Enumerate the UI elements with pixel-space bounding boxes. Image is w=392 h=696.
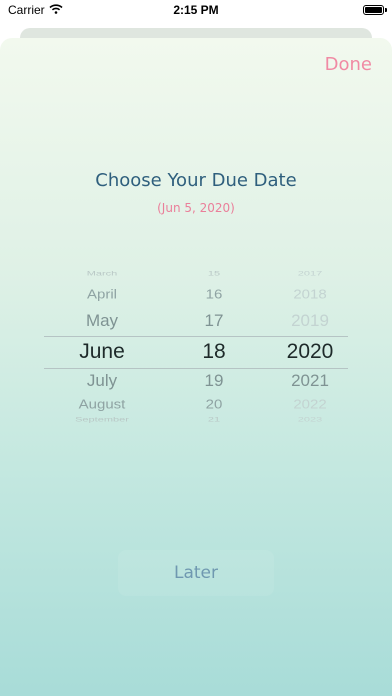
day-option[interactable]: 20 xyxy=(166,397,262,411)
month-option[interactable]: August xyxy=(44,397,160,411)
day-option[interactable]: 17 xyxy=(166,312,262,331)
month-option[interactable]: July xyxy=(44,372,160,391)
due-date-sheet: Done Choose Your Due Date (Jun 5, 2020) … xyxy=(0,38,392,696)
day-option[interactable]: 18 xyxy=(166,340,262,364)
later-button[interactable]: Later xyxy=(118,550,274,596)
year-option[interactable]: 2018 xyxy=(250,287,370,301)
year-option[interactable]: 2022 xyxy=(250,397,370,411)
date-picker[interactable]: March April May June July August September 15 1… xyxy=(44,258,348,438)
month-wheel[interactable]: March April May June July August September xyxy=(44,258,160,438)
month-option[interactable]: March xyxy=(44,271,160,278)
day-wheel[interactable]: 15 16 17 18 19 20 21 xyxy=(166,258,262,438)
year-option[interactable]: 2019 xyxy=(250,312,370,331)
year-option[interactable]: 2017 xyxy=(250,271,370,278)
status-bar: Carrier 2:15 PM xyxy=(0,0,392,20)
day-option[interactable]: 16 xyxy=(166,287,262,301)
year-option[interactable]: 2021 xyxy=(250,372,370,391)
done-button[interactable]: Done xyxy=(325,54,372,75)
year-wheel[interactable]: 2017 2018 2019 2020 2021 2022 2023 xyxy=(250,258,370,438)
selected-date-label: (Jun 5, 2020) xyxy=(157,201,235,215)
battery-icon xyxy=(363,5,384,15)
year-option[interactable]: 2020 xyxy=(250,340,370,364)
day-option[interactable]: 19 xyxy=(166,372,262,391)
status-time: 2:15 PM xyxy=(173,3,219,17)
year-option[interactable]: 2023 xyxy=(250,417,370,424)
page-title: Choose Your Due Date xyxy=(95,170,297,191)
day-option[interactable]: 15 xyxy=(166,271,262,278)
battery-tip xyxy=(385,8,387,12)
day-option[interactable]: 21 xyxy=(166,417,262,424)
month-option[interactable]: June xyxy=(44,340,160,364)
month-option[interactable]: April xyxy=(44,287,160,301)
month-option[interactable]: September xyxy=(44,417,160,424)
month-option[interactable]: May xyxy=(44,312,160,331)
